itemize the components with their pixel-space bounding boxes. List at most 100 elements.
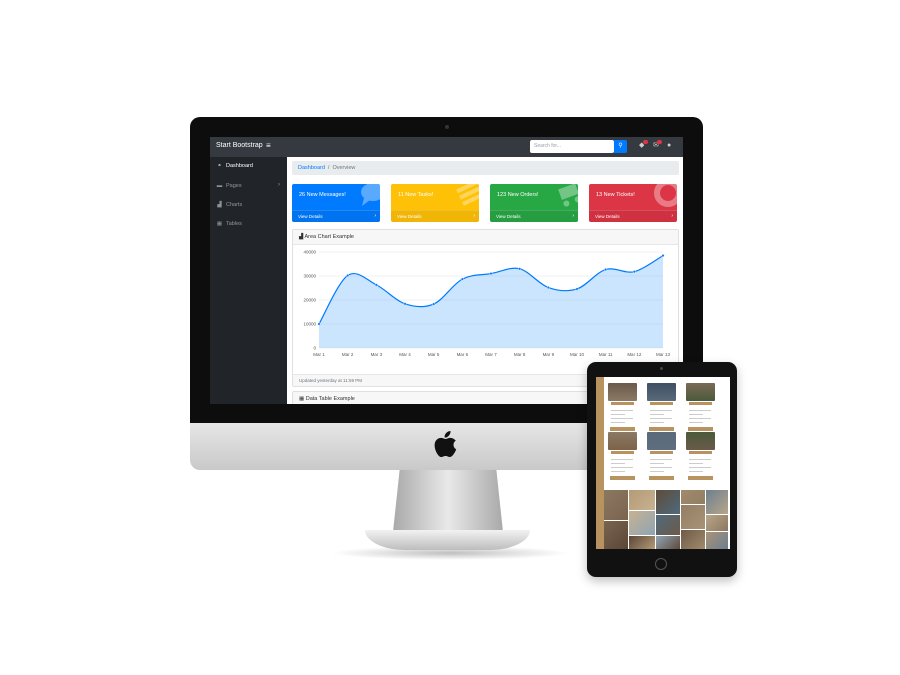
- y-tick-label: 40000: [303, 250, 316, 255]
- data-point: [460, 277, 464, 281]
- x-tick-label: Mar 12: [627, 352, 642, 357]
- search-input[interactable]: Search for...: [530, 140, 614, 153]
- folder-icon: ▬: [216, 183, 223, 189]
- property-details-button[interactable]: [688, 476, 713, 480]
- x-tick-label: Mar 1: [313, 352, 325, 357]
- property-text-line: [689, 471, 703, 472]
- property-card[interactable]: [647, 383, 676, 433]
- sidebar: ◓ Dashboard ▬ Pages › ▟ Charts ▦ Tables: [210, 157, 287, 404]
- sidebar-item-charts[interactable]: ▟ Charts: [216, 200, 242, 210]
- property-text-line: [611, 471, 625, 472]
- card-footer[interactable]: View Details ›: [490, 210, 578, 222]
- card-messages: 26 New Messages! View Details ›: [292, 184, 380, 222]
- gallery-photo[interactable]: [629, 490, 655, 510]
- data-point: [317, 322, 321, 326]
- area-chart-icon: ▟: [217, 202, 222, 208]
- gallery-photo[interactable]: [681, 530, 705, 549]
- data-point: [604, 268, 608, 272]
- data-point: [374, 283, 378, 287]
- card-title: 11 New Tasks!: [398, 192, 434, 198]
- view-details-link[interactable]: View Details: [496, 214, 521, 219]
- left-band: [596, 377, 604, 549]
- user-icon[interactable]: ●: [667, 142, 674, 149]
- property-text-line: [611, 418, 633, 419]
- x-tick-label: Mar 5: [428, 352, 440, 357]
- gallery-photo[interactable]: [706, 490, 728, 514]
- sidebar-item-tables[interactable]: ▦ Tables: [216, 219, 242, 229]
- property-card[interactable]: [686, 432, 715, 482]
- property-text-line: [650, 471, 664, 472]
- card-footer[interactable]: View Details ›: [391, 210, 479, 222]
- property-title-bar: [650, 402, 673, 405]
- gallery-photo[interactable]: [656, 536, 680, 549]
- property-card[interactable]: [608, 383, 637, 433]
- area-chart-title: Area Chart Example: [304, 234, 354, 240]
- ipad-screen: [596, 377, 730, 549]
- imac-camera: [445, 125, 449, 129]
- view-details-link[interactable]: View Details: [298, 214, 323, 219]
- property-text-line: [689, 422, 703, 423]
- chevron-right-icon: ›: [473, 213, 475, 219]
- gallery-photo[interactable]: [604, 521, 628, 549]
- property-details-button[interactable]: [688, 427, 713, 431]
- property-text-line: [611, 410, 633, 411]
- breadcrumb-dashboard-link[interactable]: Dashboard: [298, 165, 325, 171]
- card-footer[interactable]: View Details ›: [292, 210, 380, 222]
- brand-title[interactable]: Start Bootstrap: [216, 142, 263, 149]
- gallery-photo[interactable]: [604, 490, 628, 520]
- property-card[interactable]: [608, 432, 637, 482]
- property-card[interactable]: [647, 432, 676, 482]
- x-tick-label: Mar 11: [599, 352, 613, 357]
- gallery-photo[interactable]: [681, 490, 705, 504]
- sidebar-item-label: Dashboard: [226, 163, 253, 169]
- property-photo: [647, 383, 676, 401]
- property-title-bar: [689, 451, 712, 454]
- property-card[interactable]: [686, 383, 715, 433]
- imac-stand-foot: [365, 530, 530, 550]
- property-title-bar: [689, 402, 712, 405]
- gallery-photo[interactable]: [681, 505, 705, 529]
- photo-gallery: [604, 490, 730, 549]
- data-table-title: Data Table Example: [305, 396, 355, 402]
- x-tick-label: Mar 3: [371, 352, 383, 357]
- ipad-home-button[interactable]: [655, 558, 667, 570]
- property-details-button[interactable]: [610, 427, 635, 431]
- breadcrumb-separator: /: [327, 165, 330, 171]
- sidebar-toggle-icon[interactable]: ≡: [266, 141, 271, 150]
- view-details-link[interactable]: View Details: [595, 214, 620, 219]
- shopping-cart-icon: [558, 184, 578, 207]
- data-point: [346, 274, 350, 278]
- gallery-photo[interactable]: [629, 511, 655, 535]
- property-text-line: [650, 414, 664, 415]
- property-details-button[interactable]: [610, 476, 635, 480]
- gallery-photo[interactable]: [706, 515, 728, 531]
- gallery-photo[interactable]: [656, 515, 680, 535]
- property-text-line: [650, 410, 672, 411]
- property-details-button[interactable]: [649, 476, 674, 480]
- y-tick-label: 0: [313, 346, 316, 351]
- data-point: [403, 302, 407, 306]
- table-icon: ▦: [216, 221, 223, 227]
- x-tick-label: Mar 13: [656, 352, 671, 357]
- sidebar-item-label: Charts: [226, 202, 243, 208]
- gallery-photo[interactable]: [629, 536, 655, 549]
- property-text-line: [611, 467, 633, 468]
- property-photo: [608, 432, 637, 450]
- sidebar-item-pages[interactable]: ▬ Pages: [216, 181, 242, 191]
- message-badge: [657, 140, 662, 144]
- gallery-photo[interactable]: [706, 532, 728, 549]
- property-details-button[interactable]: [649, 427, 674, 431]
- sidebar-item-dashboard[interactable]: ◓ Dashboard: [216, 161, 253, 171]
- view-details-link[interactable]: View Details: [397, 214, 422, 219]
- search-button[interactable]: ⚲: [614, 140, 627, 153]
- property-text-line: [611, 463, 625, 464]
- card-tasks: 11 New Tasks! View Details ›: [391, 184, 479, 222]
- property-text-line: [650, 463, 664, 464]
- card-title: 123 New Orders!: [497, 192, 539, 198]
- card-footer[interactable]: View Details ›: [589, 210, 677, 222]
- y-tick-label: 10000: [303, 322, 316, 327]
- sidebar-item-label: Pages: [226, 183, 242, 189]
- data-point: [489, 272, 493, 276]
- gallery-photo[interactable]: [656, 490, 680, 514]
- ipad-camera: [660, 367, 663, 370]
